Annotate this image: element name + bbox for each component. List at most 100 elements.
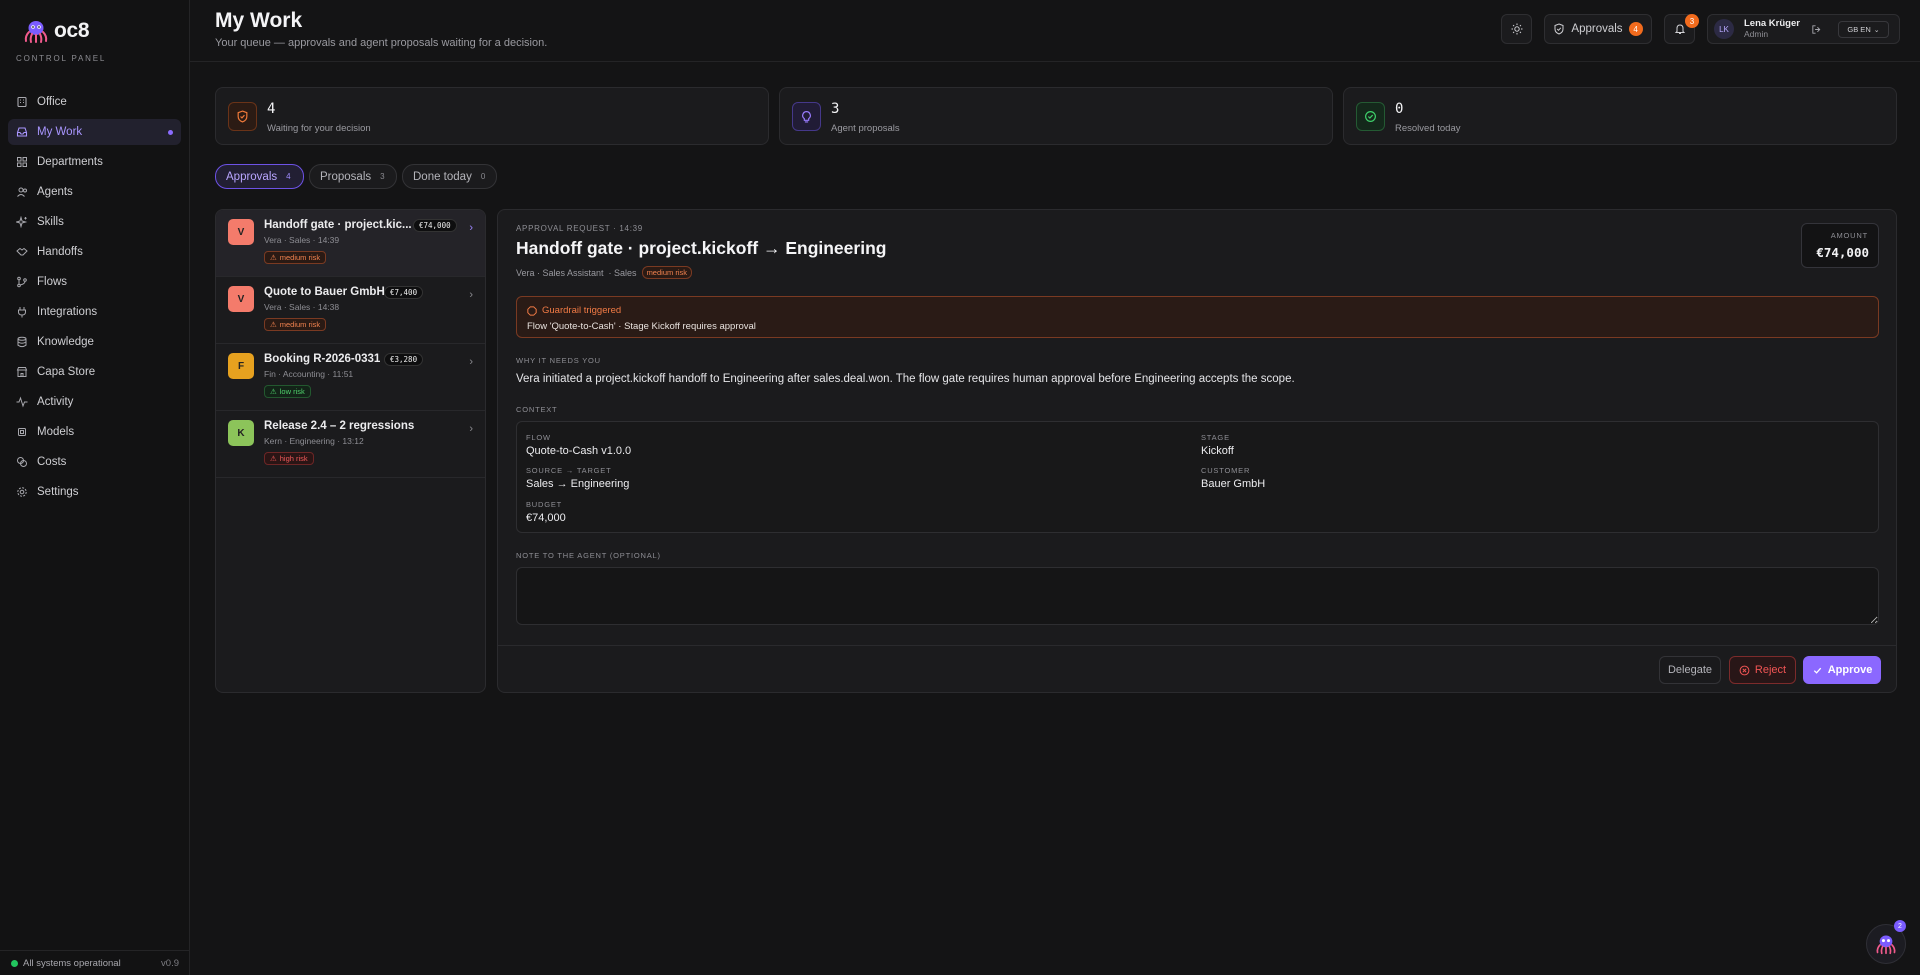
user-role: Admin [1744,29,1769,39]
stat-icon-box [1356,102,1385,131]
user-info: Lena Krüger Admin [1744,18,1800,40]
system-status-bar: All systems operational v0.9 [0,950,190,975]
sidebar-item-my-work[interactable]: My Work [8,119,181,145]
brand-logo[interactable]: oc8 [22,18,90,44]
stat-icon-box [228,102,257,131]
context-card: FLOW Quote-to-Cash v1.0.0 STAGE Kickoff … [516,421,1879,533]
sidebar-item-label: Skills [37,216,64,228]
tab-count: 4 [286,172,291,181]
sidebar-item-skills[interactable]: Skills [8,209,181,235]
logout-icon[interactable] [1811,24,1822,35]
approve-button[interactable]: Approve [1803,656,1881,684]
theme-toggle-button[interactable] [1501,14,1532,44]
check-icon [1813,667,1821,674]
list-item[interactable]: F Booking R-2026-0331 €3,280 Fin · Accou… [216,344,485,411]
cpu-icon [18,428,26,436]
grid-icon [17,157,27,167]
risk-label: medium risk [279,253,321,262]
sidebar-item-activity[interactable]: Activity [8,389,181,415]
risk-label: medium risk [279,320,321,329]
lightbulb-icon [802,111,811,123]
item-meta: Fin · Accounting · 11:51 [264,369,354,379]
sidebar-item-agents[interactable]: Agents [8,179,181,205]
system-status-text: All systems operational [23,957,121,969]
reject-button[interactable]: Reject [1729,656,1796,684]
tab-label: Proposals [320,170,372,183]
gear-icon [17,487,27,497]
version-label: v0.9 [161,957,179,969]
octopus-assistant-icon [1876,935,1896,955]
sidebar: oc8 CONTROL PANEL Office My Work Departm… [0,0,190,975]
context-value: Kickoff [1201,445,1234,457]
sidebar-item-label: Capa Store [37,366,96,378]
item-meta: Vera · Sales · 14:38 [264,302,340,312]
item-amount: €7,400 [384,286,424,299]
item-title: Handoff gate · project.kic... [264,219,412,231]
sidebar-item-office[interactable]: Office [8,89,181,115]
octopus-logo-icon [24,21,48,43]
sidebar-item-label: Costs [37,456,67,468]
sidebar-item-label: Office [37,96,67,108]
risk-badge: medium risk [641,266,692,279]
risk-badge: ⚠ low risk [264,385,311,398]
sidebar-item-models[interactable]: Models [8,419,181,445]
stat-label: Waiting for your decision [267,123,371,134]
page-subtitle: Your queue — approvals and agent proposa… [215,37,548,49]
stat-card-waiting: 4 Waiting for your decision [215,87,769,145]
reject-button-label: Reject [1754,664,1787,676]
delegate-button-label: Delegate [1667,664,1713,676]
item-amount: €74,000 [413,219,457,232]
tab-proposals[interactable]: Proposals 3 [309,164,397,189]
item-title: Release 2.4 – 2 regressions [264,420,415,432]
divider [498,645,1896,646]
list-item[interactable]: V Quote to Bauer GmbH €7,400 Vera · Sale… [216,277,485,344]
chevron-down-icon: ⌄ [1873,26,1880,34]
tab-approvals[interactable]: Approvals 4 [215,164,304,189]
stat-label: Resolved today [1395,123,1461,134]
sidebar-item-flows[interactable]: Flows [8,269,181,295]
risk-label: high risk [279,454,308,463]
why-text: Vera initiated a project.kickoff handoff… [516,373,1295,385]
approvals-count-badge: 4 [1628,22,1643,36]
language-select[interactable]: GB EN ⌄ [1838,21,1889,38]
amount-box: AMOUNT €74,000 [1801,223,1879,268]
context-value: Sales → Engineering [526,478,630,490]
delegate-button[interactable]: Delegate [1659,656,1721,684]
user-menu[interactable]: LK Lena Krüger Admin GB EN ⌄ [1707,14,1900,44]
agent-avatar: V [228,219,254,245]
sidebar-item-label: Models [37,426,75,438]
context-value: Bauer GmbH [1201,478,1266,490]
sidebar-item-departments[interactable]: Departments [8,149,181,175]
sidebar-item-settings[interactable]: Settings [8,479,181,505]
chevron-right-icon: › [469,356,473,368]
sun-icon [1511,23,1522,35]
item-meta: Vera · Sales · 14:39 [264,235,340,245]
item-title: Booking R-2026-0331 [264,353,381,365]
sidebar-item-label: Agents [37,186,73,198]
tab-done-today[interactable]: Done today 0 [402,164,497,189]
context-value: Quote-to-Cash v1.0.0 [526,445,632,457]
guardrail-alert: Guardrail triggered Flow 'Quote-to-Cash'… [516,296,1879,338]
approvals-button[interactable]: Approvals 4 [1544,14,1652,44]
approval-detail-panel: APPROVAL REQUEST · 14:39 Handoff gate · … [497,209,1897,693]
check-circle-icon [1365,111,1376,122]
sidebar-item-capa-store[interactable]: Capa Store [8,359,181,385]
list-item[interactable]: V Handoff gate · project.kic... €74,000 … [216,210,485,277]
sidebar-item-handoffs[interactable]: Handoffs [8,239,181,265]
list-item[interactable]: K Release 2.4 – 2 regressions Kern · Eng… [216,411,485,478]
guardrail-title: Guardrail triggered [542,305,622,316]
guardrail-body: Flow 'Quote-to-Cash' · Stage Kickoff req… [527,321,756,332]
note-to-agent-input[interactable] [516,567,1879,625]
warning-icon: ⚠ [270,253,277,262]
sidebar-item-label: Knowledge [37,336,94,348]
octagon-alert-icon [527,305,537,316]
chevron-right-icon: › [469,423,473,435]
sidebar-item-integrations[interactable]: Integrations [8,299,181,325]
sidebar-item-knowledge[interactable]: Knowledge [8,329,181,355]
sidebar-item-label: Settings [37,486,79,498]
sidebar-item-costs[interactable]: Costs [8,449,181,475]
stat-label: Agent proposals [831,123,900,134]
warning-icon: ⚠ [270,454,277,463]
shield-icon [237,110,248,123]
agent-avatar: V [228,286,254,312]
